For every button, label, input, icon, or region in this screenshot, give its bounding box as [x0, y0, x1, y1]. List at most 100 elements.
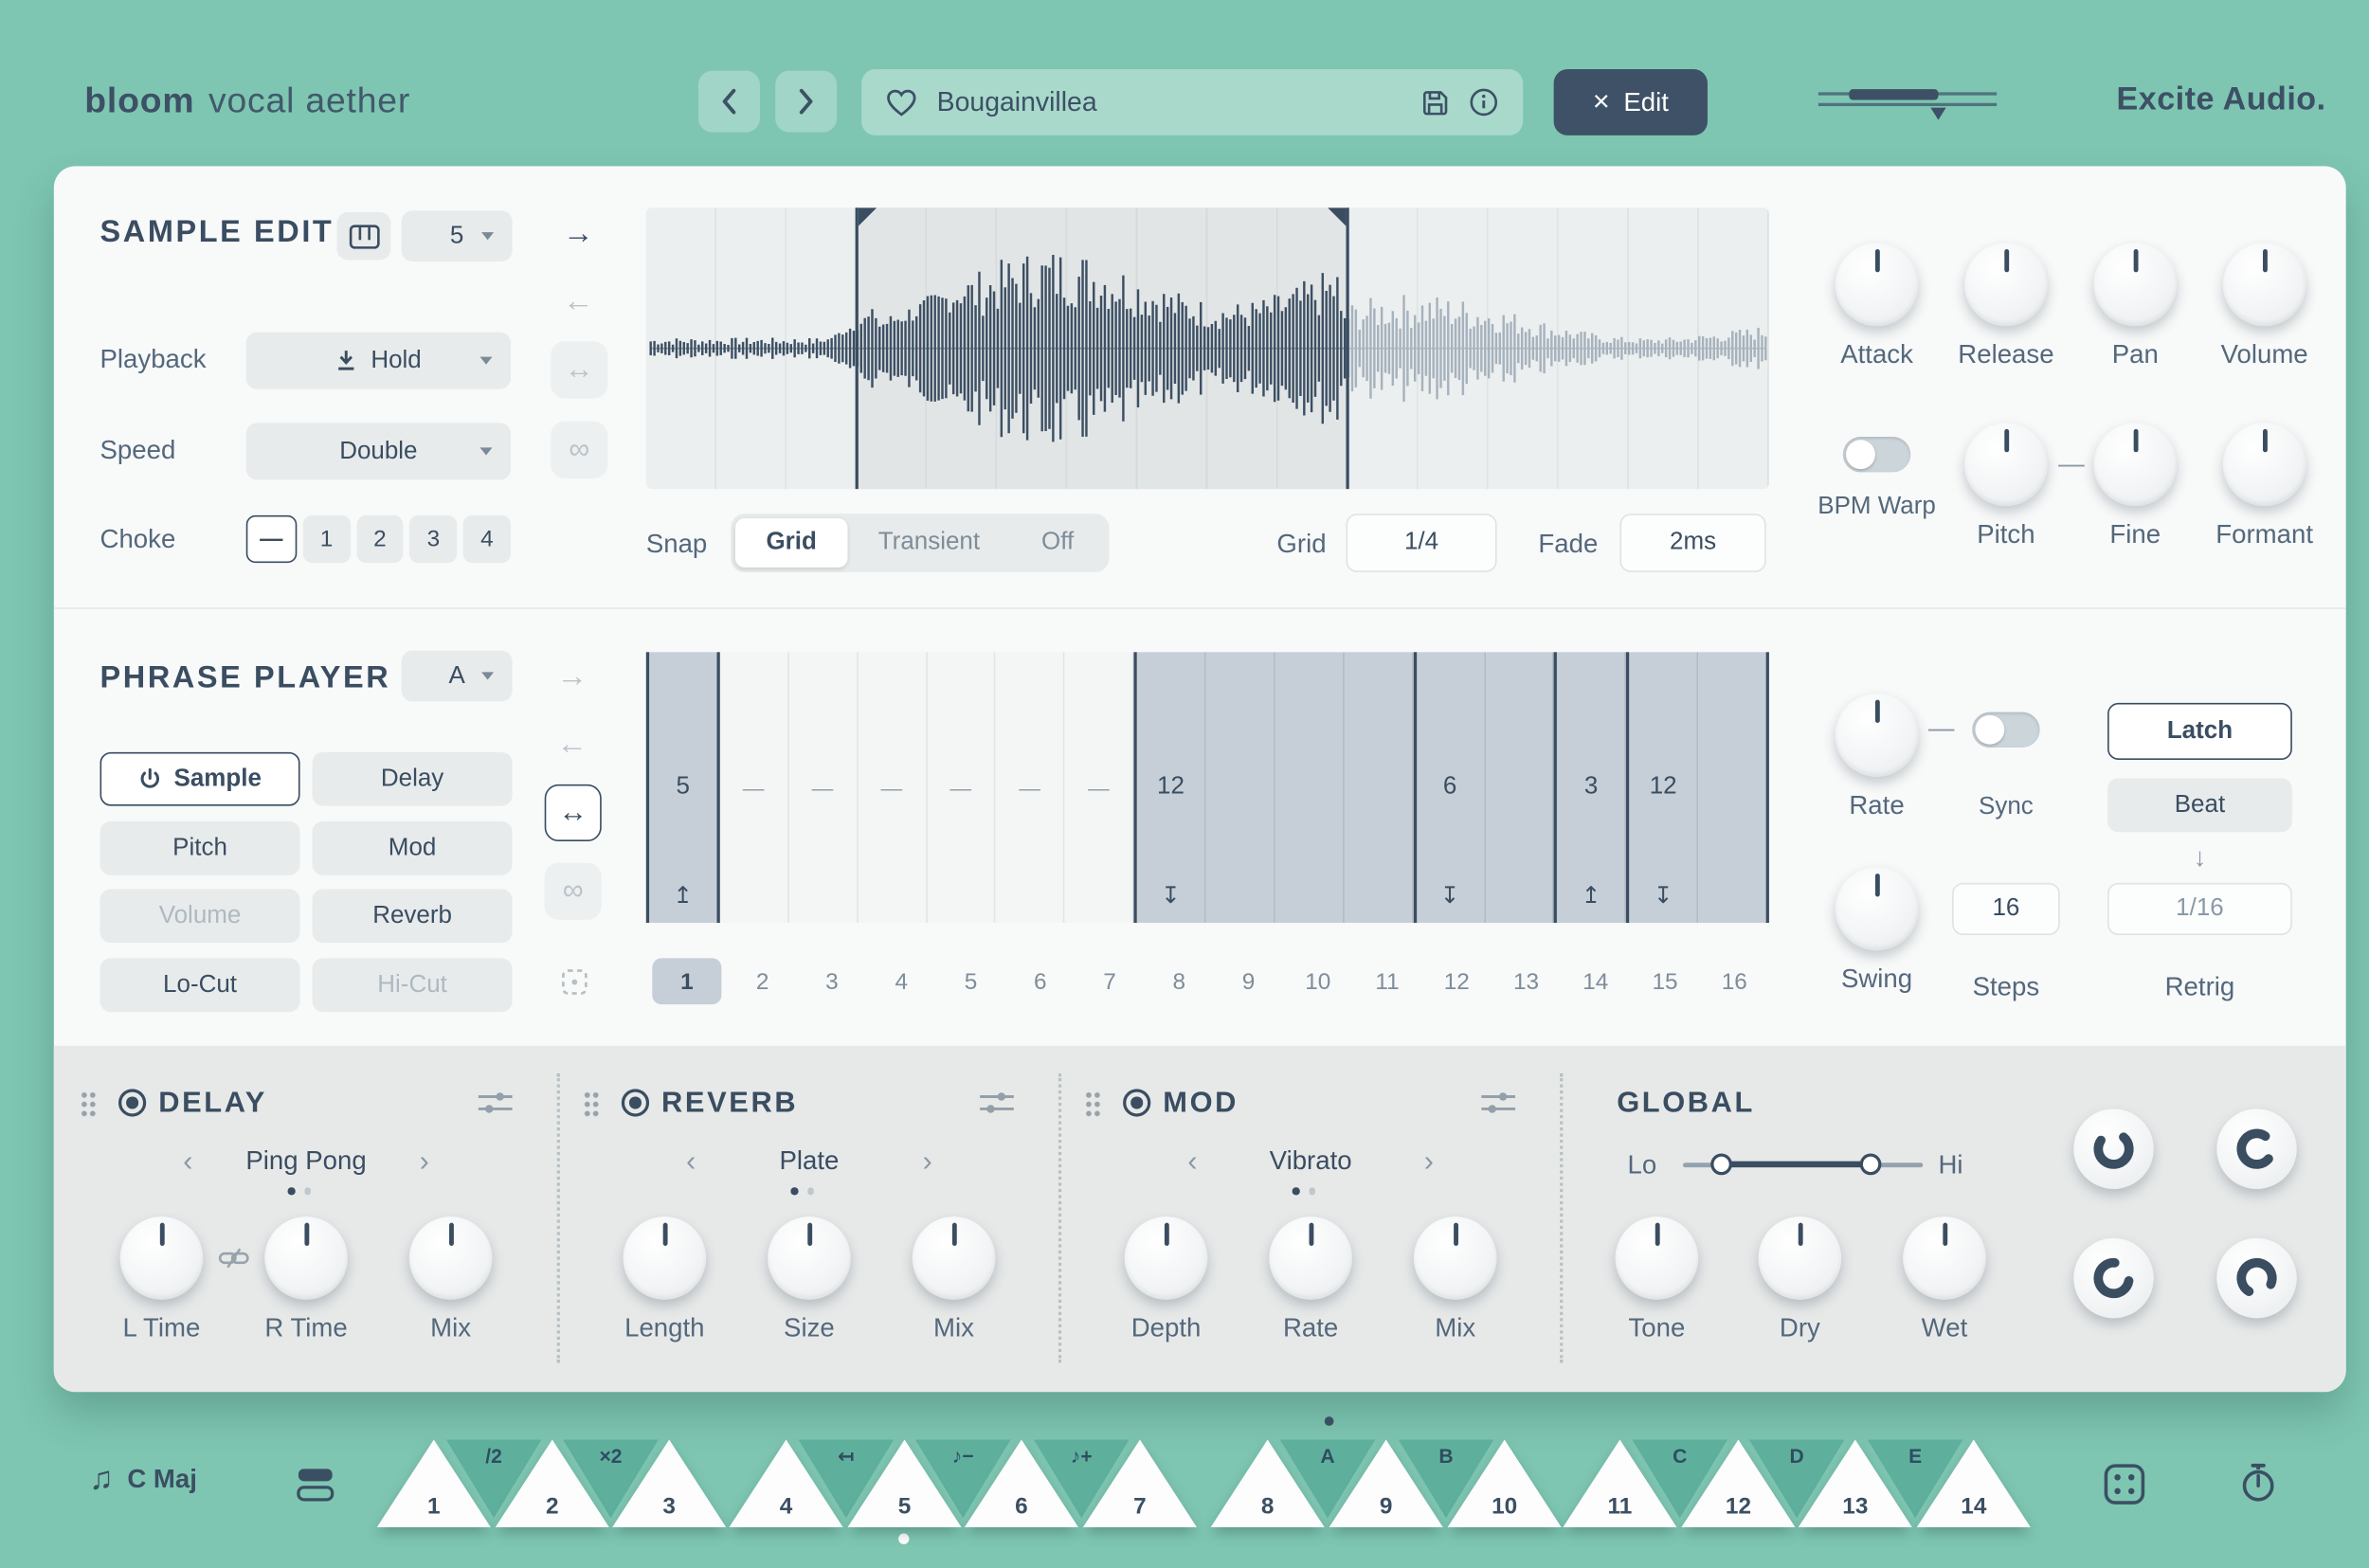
- sample-slot-select[interactable]: 5: [402, 210, 513, 261]
- fine-knob[interactable]: [2093, 423, 2177, 506]
- lane-locut-button[interactable]: Lo-Cut: [100, 958, 300, 1012]
- seq-step-10[interactable]: [1275, 652, 1345, 923]
- reverb-preset-name[interactable]: Plate: [779, 1145, 839, 1176]
- pad-3[interactable]: 3: [612, 1440, 726, 1528]
- prev-icon[interactable]: ‹: [686, 1146, 696, 1176]
- release-knob[interactable]: [1964, 243, 2048, 326]
- global-tone-knob[interactable]: [1616, 1217, 1699, 1300]
- phrase-copy-left-icon[interactable]: ←: [543, 728, 602, 763]
- pad-1[interactable]: 1: [377, 1440, 491, 1528]
- speed-select[interactable]: Double: [246, 423, 511, 479]
- seq-step-8[interactable]: 12↧: [1134, 652, 1206, 923]
- seq-step-1[interactable]: 5↥: [646, 652, 720, 923]
- pad-10[interactable]: 10: [1448, 1440, 1562, 1528]
- output-volume-fader[interactable]: [1816, 80, 2000, 131]
- sync-toggle[interactable]: [1972, 712, 2039, 748]
- phrase-loop-toggle[interactable]: ∞: [545, 863, 602, 920]
- pad-12[interactable]: 12: [1681, 1440, 1795, 1528]
- tempo-metronome-button[interactable]: [2233, 1458, 2283, 1507]
- favorite-heart-icon[interactable]: [886, 88, 916, 116]
- layers-button[interactable]: [292, 1463, 338, 1505]
- step-number-8[interactable]: 8: [1145, 957, 1214, 1006]
- pad-11[interactable]: 11: [1563, 1440, 1676, 1528]
- bpm-warp-toggle[interactable]: [1843, 437, 1910, 472]
- choke-option-2[interactable]: 2: [356, 515, 404, 563]
- playback-mode-select[interactable]: Hold: [246, 333, 511, 389]
- seq-step-9[interactable]: [1206, 652, 1275, 923]
- copy-left-icon[interactable]: ←: [550, 284, 608, 319]
- delay-drag-handle[interactable]: [80, 1090, 97, 1117]
- beat-button[interactable]: Beat: [2107, 778, 2292, 832]
- step-number-6[interactable]: 6: [1005, 957, 1075, 1006]
- key-selector[interactable]: ♫ C Maj: [89, 1461, 197, 1498]
- copy-right-icon[interactable]: →: [550, 217, 608, 252]
- snap-option-grid[interactable]: Grid: [735, 518, 847, 568]
- phrase-rate-knob[interactable]: [1836, 694, 1919, 777]
- seq-step-5[interactable]: —: [927, 652, 996, 923]
- preset-next-button[interactable]: [775, 71, 837, 133]
- delay-ltime-knob[interactable]: [120, 1217, 204, 1300]
- step-number-11[interactable]: 11: [1352, 957, 1421, 1006]
- step-number-16[interactable]: 16: [1700, 957, 1769, 1006]
- lane-volume-button[interactable]: Volume: [100, 889, 300, 943]
- step-number-5[interactable]: 5: [936, 957, 1005, 1006]
- reverse-toggle[interactable]: ↔: [551, 341, 607, 398]
- mod-drag-handle[interactable]: [1084, 1090, 1101, 1117]
- end-marker[interactable]: [1346, 207, 1348, 489]
- steps-value[interactable]: 16: [1952, 883, 2060, 935]
- seq-step-11[interactable]: [1344, 652, 1413, 923]
- mod-preset-name[interactable]: Vibrato: [1270, 1145, 1352, 1176]
- next-icon[interactable]: ›: [1424, 1146, 1434, 1176]
- pad-13[interactable]: 13: [1799, 1440, 1912, 1528]
- step-number-2[interactable]: 2: [728, 957, 797, 1006]
- step-number-13[interactable]: 13: [1492, 957, 1561, 1006]
- phrase-randomize-button[interactable]: [558, 965, 588, 996]
- global-range-handle-lo[interactable]: [1710, 1154, 1732, 1176]
- seq-step-14[interactable]: 3↥: [1554, 652, 1626, 923]
- grid-value[interactable]: 1/4: [1346, 514, 1496, 572]
- seq-step-15[interactable]: 12↧: [1626, 652, 1698, 923]
- reverb-size-knob[interactable]: [768, 1217, 851, 1300]
- seq-step-3[interactable]: —: [788, 652, 858, 923]
- swing-knob[interactable]: [1836, 868, 1919, 951]
- seq-step-16[interactable]: [1698, 652, 1768, 923]
- save-icon[interactable]: [1421, 88, 1449, 116]
- lane-mod-button[interactable]: Mod: [313, 821, 513, 875]
- delay-rtime-knob[interactable]: [264, 1217, 348, 1300]
- seq-step-13[interactable]: [1485, 652, 1554, 923]
- reverb-length-knob[interactable]: [623, 1217, 706, 1300]
- randomize-pads-button[interactable]: [2102, 1461, 2148, 1507]
- formant-knob[interactable]: [2223, 423, 2306, 506]
- step-number-3[interactable]: 3: [797, 957, 866, 1006]
- delay-preset-name[interactable]: Ping Pong: [245, 1145, 366, 1176]
- seq-step-7[interactable]: —: [1065, 652, 1134, 923]
- prev-icon[interactable]: ‹: [183, 1146, 192, 1176]
- snap-option-transient[interactable]: Transient: [847, 518, 1010, 568]
- global-dry-knob[interactable]: [1759, 1217, 1842, 1300]
- mod-rate-knob[interactable]: [1269, 1217, 1352, 1300]
- global-wet-knob[interactable]: [1903, 1217, 1986, 1300]
- seq-step-2[interactable]: —: [720, 652, 789, 923]
- reverb-power-toggle[interactable]: [622, 1089, 649, 1116]
- pad-4[interactable]: 4: [729, 1440, 842, 1528]
- reverb-routing-button[interactable]: [978, 1089, 1015, 1116]
- step-number-4[interactable]: 4: [867, 957, 936, 1006]
- seq-step-12[interactable]: 6↧: [1413, 652, 1485, 923]
- global-range-handle-hi[interactable]: [1860, 1154, 1882, 1176]
- lane-sample-button[interactable]: Sample: [100, 752, 300, 806]
- mod-depth-knob[interactable]: [1125, 1217, 1208, 1300]
- step-number-9[interactable]: 9: [1214, 957, 1283, 1006]
- pan-knob[interactable]: [2093, 243, 2177, 326]
- step-number-1[interactable]: 1: [652, 958, 721, 1004]
- lane-reverb-button[interactable]: Reverb: [313, 889, 513, 943]
- mod-mix-knob[interactable]: [1414, 1217, 1497, 1300]
- reverb-drag-handle[interactable]: [583, 1090, 600, 1117]
- step-number-10[interactable]: 10: [1283, 957, 1352, 1006]
- step-number-15[interactable]: 15: [1630, 957, 1699, 1006]
- reverb-mix-knob[interactable]: [913, 1217, 996, 1300]
- delay-mix-knob[interactable]: [409, 1217, 493, 1300]
- phrase-bank-select[interactable]: A: [402, 651, 513, 702]
- step-number-14[interactable]: 14: [1561, 957, 1630, 1006]
- attack-knob[interactable]: [1836, 243, 1919, 326]
- preset-bar[interactable]: Bougainvillea: [861, 69, 1523, 135]
